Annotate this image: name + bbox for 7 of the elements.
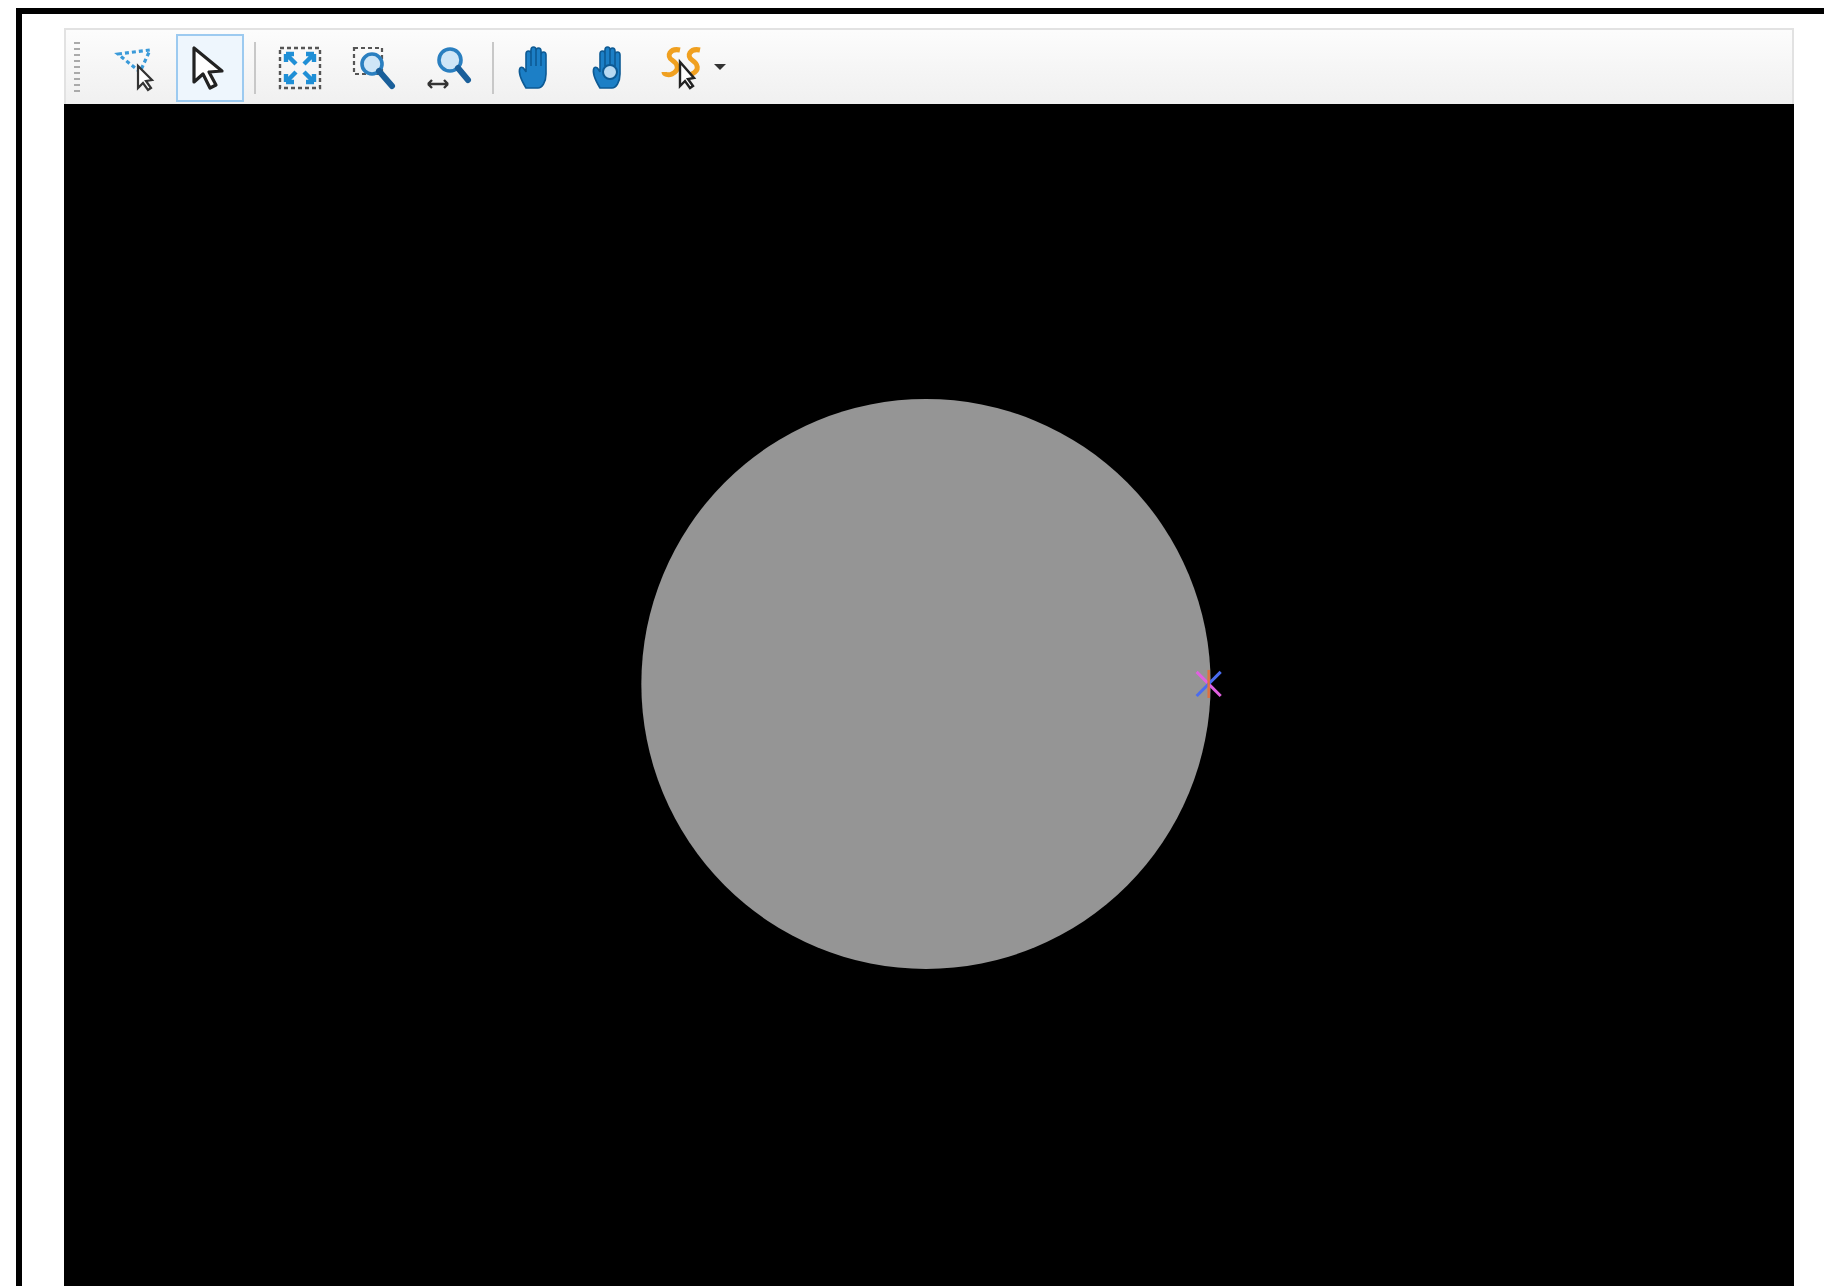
point-marker-icon — [1195, 669, 1222, 698]
magnifier-icon — [424, 43, 472, 91]
toolbar-grip[interactable] — [74, 41, 80, 93]
zoom-window-icon — [350, 43, 398, 91]
zoom-extents-icon — [276, 43, 324, 91]
select-tool-button[interactable] — [176, 33, 244, 101]
lasso-select-icon — [112, 43, 160, 91]
